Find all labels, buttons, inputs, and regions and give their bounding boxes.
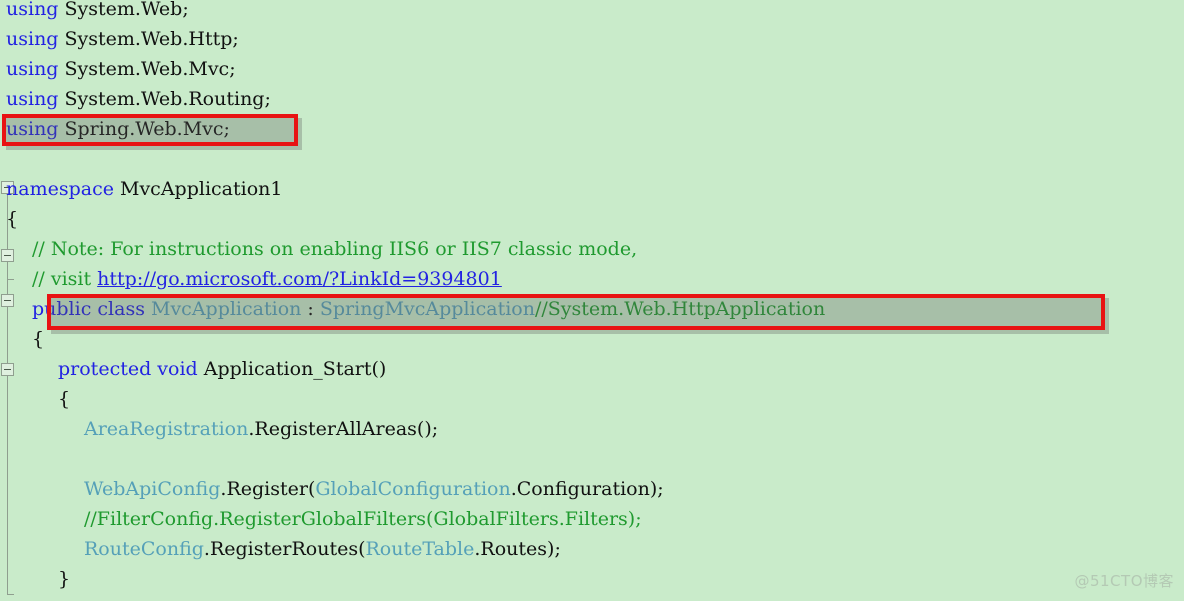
code-token-kw: public class: [32, 298, 151, 320]
code-line[interactable]: namespace MvcApplication1: [6, 174, 282, 204]
code-line[interactable]: using System.Web.Mvc;: [6, 54, 236, 84]
code-token-plain: .Configuration);: [510, 478, 664, 500]
code-token-kw: using: [6, 118, 59, 140]
code-token-type: SpringMvcApplication: [319, 298, 535, 320]
code-line[interactable]: [6, 144, 12, 174]
code-token-plain: .Register(: [220, 478, 316, 500]
code-token-type: WebApiConfig: [84, 478, 221, 500]
code-line[interactable]: public class MvcApplication : SpringMvcA…: [32, 294, 825, 324]
code-token-type: GlobalConfiguration: [315, 478, 511, 500]
code-line[interactable]: RouteConfig.RegisterRoutes(RouteTable.Ro…: [84, 534, 561, 564]
code-token-plain: }: [58, 568, 71, 590]
code-line[interactable]: using System.Web.Http;: [6, 24, 239, 54]
code-token-plain: Spring.Web.Mvc;: [58, 118, 230, 140]
code-line[interactable]: AreaRegistration.RegisterAllAreas();: [84, 414, 438, 444]
code-line[interactable]: {: [58, 384, 70, 414]
code-token-plain: .Routes);: [474, 538, 561, 560]
code-line[interactable]: WebApiConfig.Register(GlobalConfiguratio…: [84, 474, 664, 504]
code-token-plain: System.Web;: [58, 0, 189, 20]
code-token-kw: using: [6, 58, 59, 80]
code-token-kw: using: [6, 0, 59, 20]
code-token-url[interactable]: http://go.microsoft.com/?LinkId=9394801: [97, 268, 502, 290]
code-token-plain: System.Web.Routing;: [58, 88, 271, 110]
code-token-plain: {: [6, 208, 19, 230]
code-token-kw: protected void: [58, 358, 204, 380]
code-line[interactable]: {: [32, 324, 44, 354]
code-token-plain: {: [58, 388, 71, 410]
code-token-kw: namespace: [6, 178, 114, 200]
watermark-label: @51CTO博客: [1074, 572, 1174, 590]
code-line[interactable]: protected void Application_Start(): [58, 354, 386, 384]
code-token-plain: .RegisterAllAreas();: [248, 418, 439, 440]
code-token-plain: .RegisterRoutes(: [203, 538, 366, 560]
code-token-cmt: //FilterConfig.RegisterGlobalFilters(Glo…: [84, 508, 642, 530]
code-token-kw: using: [6, 88, 59, 110]
code-line[interactable]: //FilterConfig.RegisterGlobalFilters(Glo…: [84, 504, 642, 534]
code-token-cmt: // visit: [32, 268, 98, 290]
code-token-plain: System.Web.Mvc;: [58, 58, 236, 80]
code-token-type: RouteConfig: [84, 538, 204, 560]
code-line[interactable]: // visit http://go.microsoft.com/?LinkId…: [32, 264, 502, 294]
code-line[interactable]: using System.Web.Routing;: [6, 84, 271, 114]
code-text-area[interactable]: using System.Web; using System.Web.Http; u…: [0, 0, 1184, 601]
code-token-cmt: //System.Web.HttpApplication: [534, 298, 826, 320]
code-token-type: RouteTable: [365, 538, 475, 560]
code-token-plain: MvcApplication1: [113, 178, 283, 200]
code-line[interactable]: }: [58, 564, 70, 594]
code-editor-screenshot: using System.Web; using System.Web.Http; u…: [0, 0, 1184, 601]
code-token-plain: System.Web.Http;: [58, 28, 239, 50]
code-token-plain: {: [32, 328, 45, 350]
code-token-type: AreaRegistration: [84, 418, 249, 440]
code-line[interactable]: using Spring.Web.Mvc;: [6, 114, 230, 144]
code-token-kw: using: [6, 28, 59, 50]
code-line[interactable]: using System.Web;: [6, 0, 189, 24]
code-token-cmt: // Note: For instructions on enabling II…: [32, 238, 638, 260]
code-line[interactable]: {: [6, 204, 18, 234]
code-token-type: MvcApplication: [150, 298, 302, 320]
code-token-plain: Application_Start(): [203, 358, 387, 380]
code-line[interactable]: // Note: For instructions on enabling II…: [32, 234, 637, 264]
code-token-plain: :: [301, 298, 320, 320]
code-line[interactable]: [84, 444, 90, 474]
